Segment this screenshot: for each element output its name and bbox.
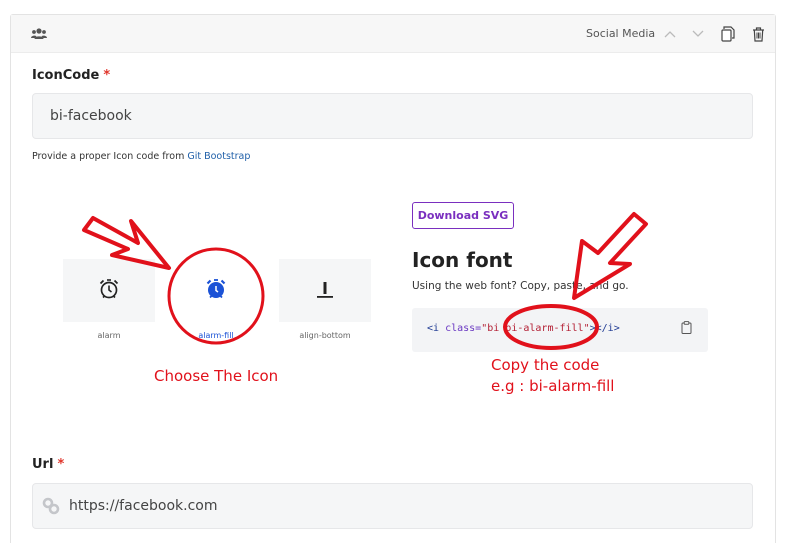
link-icon bbox=[41, 496, 61, 516]
code-open-tag: <i bbox=[427, 323, 440, 334]
code-close-tag: ></i> bbox=[589, 323, 620, 334]
code-attr: class= bbox=[439, 323, 482, 334]
code-str-open: "bi bbox=[481, 323, 506, 334]
clipboard-icon[interactable] bbox=[681, 321, 692, 337]
iconcode-help: Provide a proper Icon code from Git Boot… bbox=[32, 151, 250, 162]
alarm-fill-icon bbox=[205, 278, 227, 304]
alarm-icon bbox=[98, 278, 120, 304]
url-label-text: Url bbox=[32, 457, 54, 472]
users-icon bbox=[31, 26, 47, 45]
tile-label-alarm: alarm bbox=[97, 331, 121, 340]
duplicate-icon[interactable] bbox=[719, 25, 737, 43]
iconcode-label-text: IconCode bbox=[32, 68, 100, 83]
required-mark: * bbox=[57, 457, 65, 472]
url-input-value: https://facebook.com bbox=[69, 498, 218, 514]
tile-label-align-bottom: align-bottom bbox=[299, 331, 351, 340]
help-text: Provide a proper Icon code from bbox=[32, 151, 188, 162]
url-input[interactable]: https://facebook.com bbox=[32, 483, 753, 529]
code-line: <i class="bi bi-alarm-fill"></i> bbox=[427, 323, 620, 334]
align-bottom-icon bbox=[314, 278, 336, 304]
chevron-up-icon[interactable] bbox=[661, 25, 679, 43]
git-bootstrap-link[interactable]: Git Bootstrap bbox=[187, 151, 250, 162]
icon-font-heading: Icon font bbox=[412, 248, 513, 272]
copy-code-annotation: Copy the code bbox=[491, 356, 600, 374]
panel-header: Social Media bbox=[11, 15, 775, 53]
url-label: Url * bbox=[32, 457, 64, 472]
icon-font-subtext: Using the web font? Copy, paste, and go. bbox=[412, 280, 629, 292]
iconcode-input-value: bi-facebook bbox=[50, 108, 132, 124]
code-snippet: <i class="bi bi-alarm-fill"></i> bbox=[412, 308, 708, 352]
download-svg-button[interactable]: Download SVG bbox=[412, 202, 514, 229]
panel-title: Social Media bbox=[586, 27, 656, 40]
example-code-annotation: e.g : bi-alarm-fill bbox=[491, 377, 615, 395]
tile-label-alarm-fill: alarm-fill bbox=[198, 331, 234, 340]
iconcode-label: IconCode * bbox=[32, 68, 110, 83]
chevron-down-icon[interactable] bbox=[689, 25, 707, 43]
icon-tile-align-bottom[interactable] bbox=[279, 259, 371, 322]
required-mark: * bbox=[103, 68, 111, 83]
icon-tile-alarm-fill[interactable] bbox=[170, 259, 262, 322]
choose-icon-annotation: Choose The Icon bbox=[154, 367, 279, 385]
code-class-value: bi-alarm-fill bbox=[505, 323, 584, 334]
iconcode-input[interactable]: bi-facebook bbox=[32, 93, 753, 139]
trash-icon[interactable] bbox=[749, 25, 767, 43]
icon-tile-alarm[interactable] bbox=[63, 259, 155, 322]
